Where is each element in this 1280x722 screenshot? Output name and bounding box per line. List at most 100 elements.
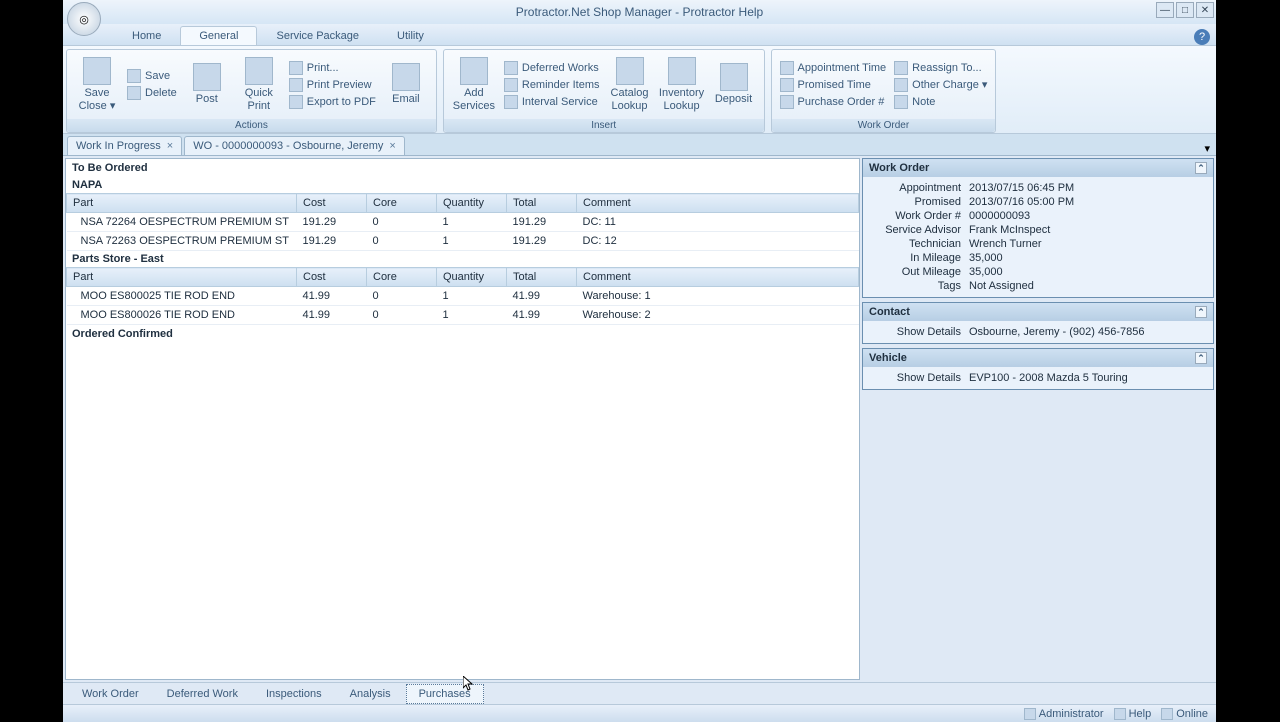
column-header[interactable]: Cost bbox=[297, 194, 367, 213]
column-header[interactable]: Total bbox=[507, 268, 577, 287]
column-header[interactable]: Quantity bbox=[437, 194, 507, 213]
parts-table: PartCostCoreQuantityTotalCommentMOO ES80… bbox=[66, 267, 859, 325]
table-row[interactable]: NSA 72263 OESPECTRUM PREMIUM ST191.29011… bbox=[67, 232, 859, 251]
ribbon-group-label: Work Order bbox=[772, 119, 996, 132]
deposit-button[interactable]: Deposit bbox=[710, 54, 758, 116]
table-row[interactable]: NSA 72264 OESPECTRUM PREMIUM ST191.29011… bbox=[67, 213, 859, 232]
info-row: Appointment2013/07/15 06:45 PM bbox=[869, 181, 1207, 195]
interval-service-button[interactable]: Interval Service bbox=[502, 94, 602, 110]
reminder-items-button[interactable]: Reminder Items bbox=[502, 77, 602, 93]
status-online[interactable]: Online bbox=[1161, 708, 1208, 720]
menu-tab-utility[interactable]: Utility bbox=[378, 26, 443, 45]
ordered-confirmed-heading: Ordered Confirmed bbox=[66, 325, 859, 343]
table-row[interactable]: MOO ES800025 TIE ROD END41.990141.99Ware… bbox=[67, 287, 859, 306]
note-button[interactable]: Note bbox=[892, 94, 989, 110]
email-button[interactable]: Email bbox=[382, 54, 430, 116]
reminder-items-button-icon bbox=[504, 78, 518, 92]
delete-button-icon bbox=[127, 86, 141, 100]
menu-bar: HomeGeneralService PackageUtility? bbox=[63, 24, 1216, 46]
print-preview-button-icon bbox=[289, 78, 303, 92]
minimize-button[interactable]: — bbox=[1156, 2, 1174, 18]
collapse-icon[interactable]: ⌃ bbox=[1195, 352, 1207, 364]
menu-tab-home[interactable]: Home bbox=[113, 26, 180, 45]
print-button[interactable]: Print... bbox=[287, 60, 378, 76]
tab-wo[interactable]: WO - 0000000093 - Osbourne, Jeremy× bbox=[184, 136, 405, 155]
vehicle-panel-header[interactable]: Vehicle⌃ bbox=[863, 349, 1213, 367]
other-charge-button-icon bbox=[894, 78, 908, 92]
column-header[interactable]: Comment bbox=[577, 268, 859, 287]
info-row: Work Order #0000000093 bbox=[869, 209, 1207, 223]
bottom-tab-purchases[interactable]: Purchases bbox=[406, 684, 484, 704]
column-header[interactable]: Part bbox=[67, 194, 297, 213]
column-header[interactable]: Comment bbox=[577, 194, 859, 213]
status-user[interactable]: Administrator bbox=[1024, 708, 1104, 720]
tab-wo-close-icon[interactable]: × bbox=[389, 140, 395, 152]
promised-time-button-icon bbox=[780, 78, 794, 92]
column-header[interactable]: Cost bbox=[297, 268, 367, 287]
save-button[interactable]: Save bbox=[125, 68, 179, 84]
work-order-panel: Work Order⌃ Appointment2013/07/15 06:45 P… bbox=[862, 158, 1214, 298]
appointment-time-button-icon bbox=[780, 61, 794, 75]
inventory-lookup-button[interactable]: Inventory Lookup bbox=[658, 54, 706, 116]
column-header[interactable]: Part bbox=[67, 268, 297, 287]
help-icon[interactable]: ? bbox=[1194, 29, 1210, 45]
reassign-button-icon bbox=[894, 61, 908, 75]
post-button[interactable]: Post bbox=[183, 54, 231, 116]
doc-tabs-dropdown-icon[interactable]: ▾ bbox=[1198, 142, 1216, 155]
add-services-button-icon bbox=[460, 57, 488, 85]
print-preview-button[interactable]: Print Preview bbox=[287, 77, 378, 93]
info-row: Service AdvisorFrank McInspect bbox=[869, 223, 1207, 237]
column-header[interactable]: Quantity bbox=[437, 268, 507, 287]
catalog-lookup-button[interactable]: Catalog Lookup bbox=[606, 54, 654, 116]
contact-panel: Contact⌃Show DetailsOsbourne, Jeremy - (… bbox=[862, 302, 1214, 344]
column-header[interactable]: Core bbox=[367, 194, 437, 213]
show-details-link[interactable]: Show Details bbox=[869, 372, 969, 384]
to-be-ordered-heading: To Be Ordered bbox=[66, 159, 859, 177]
quick-print-button[interactable]: Quick Print bbox=[235, 54, 283, 116]
bottom-tab-analysis[interactable]: Analysis bbox=[337, 684, 404, 704]
maximize-button[interactable]: □ bbox=[1176, 2, 1194, 18]
deposit-button-icon bbox=[720, 63, 748, 91]
collapse-icon[interactable]: ⌃ bbox=[1195, 306, 1207, 318]
note-button-icon bbox=[894, 95, 908, 109]
work-order-panel-header[interactable]: Work Order⌃ bbox=[863, 159, 1213, 177]
column-header[interactable]: Core bbox=[367, 268, 437, 287]
vehicle-panel: Vehicle⌃Show DetailsEVP100 - 2008 Mazda … bbox=[862, 348, 1214, 390]
save-close-button[interactable]: Save Close ▾ bbox=[73, 54, 121, 116]
export-pdf-button[interactable]: Export to PDF bbox=[287, 94, 378, 110]
menu-tab-service-package[interactable]: Service Package bbox=[257, 26, 378, 45]
collapse-icon[interactable]: ⌃ bbox=[1195, 162, 1207, 174]
menu-tab-general[interactable]: General bbox=[180, 26, 257, 45]
tab-wip[interactable]: Work In Progress× bbox=[67, 136, 182, 155]
purchase-order-button-icon bbox=[780, 95, 794, 109]
contact-panel-header[interactable]: Contact⌃ bbox=[863, 303, 1213, 321]
delete-button[interactable]: Delete bbox=[125, 85, 179, 101]
tab-wip-close-icon[interactable]: × bbox=[167, 140, 173, 152]
inventory-lookup-button-icon bbox=[668, 57, 696, 85]
bottom-tab-inspections[interactable]: Inspections bbox=[253, 684, 335, 704]
status-help[interactable]: Help bbox=[1114, 708, 1152, 720]
app-logo-icon[interactable]: ◎ bbox=[67, 2, 101, 36]
info-row: Out Mileage35,000 bbox=[869, 265, 1207, 279]
appointment-time-button[interactable]: Appointment Time bbox=[778, 60, 889, 76]
promised-time-button[interactable]: Promised Time bbox=[778, 77, 889, 93]
email-button-icon bbox=[392, 63, 420, 91]
add-services-button[interactable]: Add Services bbox=[450, 54, 498, 116]
info-row: Promised2013/07/16 05:00 PM bbox=[869, 195, 1207, 209]
document-tabs: Work In Progress×WO - 0000000093 - Osbou… bbox=[63, 134, 1216, 156]
reassign-button[interactable]: Reassign To... bbox=[892, 60, 989, 76]
column-header[interactable]: Total bbox=[507, 194, 577, 213]
bottom-tab-deferred-work[interactable]: Deferred Work bbox=[154, 684, 251, 704]
deferred-works-button-icon bbox=[504, 61, 518, 75]
ribbon: Save Close ▾SaveDeletePostQuick PrintPri… bbox=[63, 46, 1216, 134]
other-charge-button[interactable]: Other Charge ▾ bbox=[892, 77, 989, 93]
show-details-link[interactable]: Show Details bbox=[869, 326, 969, 338]
close-window-button[interactable]: ✕ bbox=[1196, 2, 1214, 18]
purchase-order-button[interactable]: Purchase Order # bbox=[778, 94, 889, 110]
deferred-works-button[interactable]: Deferred Works bbox=[502, 60, 602, 76]
save-button-icon bbox=[127, 69, 141, 83]
vendor-heading: NAPA bbox=[66, 177, 859, 193]
status-online-icon bbox=[1161, 708, 1173, 720]
table-row[interactable]: MOO ES800026 TIE ROD END41.990141.99Ware… bbox=[67, 306, 859, 325]
bottom-tab-work-order[interactable]: Work Order bbox=[69, 684, 152, 704]
